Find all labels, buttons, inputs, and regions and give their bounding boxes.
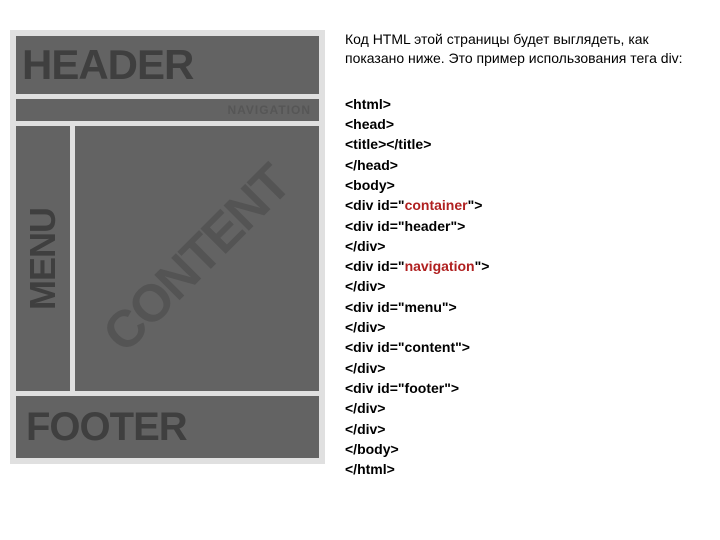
code-line: </div>: [345, 419, 710, 439]
code-line: </div>: [345, 317, 710, 337]
code-listing: <html> <head> <title></title> </head> <b…: [345, 94, 710, 480]
footer-label: FOOTER: [26, 405, 187, 450]
code-line: </div>: [345, 398, 710, 418]
code-line: <div id="footer">: [345, 378, 710, 398]
footer-block: FOOTER: [16, 396, 319, 458]
intro-text: Код HTML этой страницы будет выглядеть, …: [345, 30, 710, 68]
content-block: CONTENT: [75, 126, 319, 391]
code-line: </div>: [345, 276, 710, 296]
code-line: </div>: [345, 236, 710, 256]
code-line: <title></title>: [345, 134, 710, 154]
code-line: <head>: [345, 114, 710, 134]
code-line: </div>: [345, 358, 710, 378]
navigation-block: NAVIGATION: [16, 99, 319, 121]
code-line: <div id="menu">: [345, 297, 710, 317]
menu-label: MENU: [22, 208, 64, 310]
code-line: </html>: [345, 459, 710, 479]
code-line: <body>: [345, 175, 710, 195]
code-line: <div id="container">: [345, 195, 710, 215]
code-line: <div id="navigation">: [345, 256, 710, 276]
code-line: <div id="header">: [345, 216, 710, 236]
menu-block: MENU: [16, 126, 70, 391]
code-line: <html>: [345, 94, 710, 114]
wireframe: HEADER NAVIGATION MENU CONTENT FOOTER: [10, 30, 325, 464]
content-label: CONTENT: [92, 153, 302, 363]
layout-diagram: HEADER NAVIGATION MENU CONTENT FOOTER: [10, 30, 325, 530]
middle-row: MENU CONTENT: [16, 126, 319, 391]
code-line: <div id="content">: [345, 337, 710, 357]
text-column: Код HTML этой страницы будет выглядеть, …: [337, 30, 710, 530]
code-line: </body>: [345, 439, 710, 459]
code-line: </head>: [345, 155, 710, 175]
header-block: HEADER: [16, 36, 319, 94]
header-label: HEADER: [22, 41, 193, 89]
navigation-label: NAVIGATION: [227, 103, 311, 117]
